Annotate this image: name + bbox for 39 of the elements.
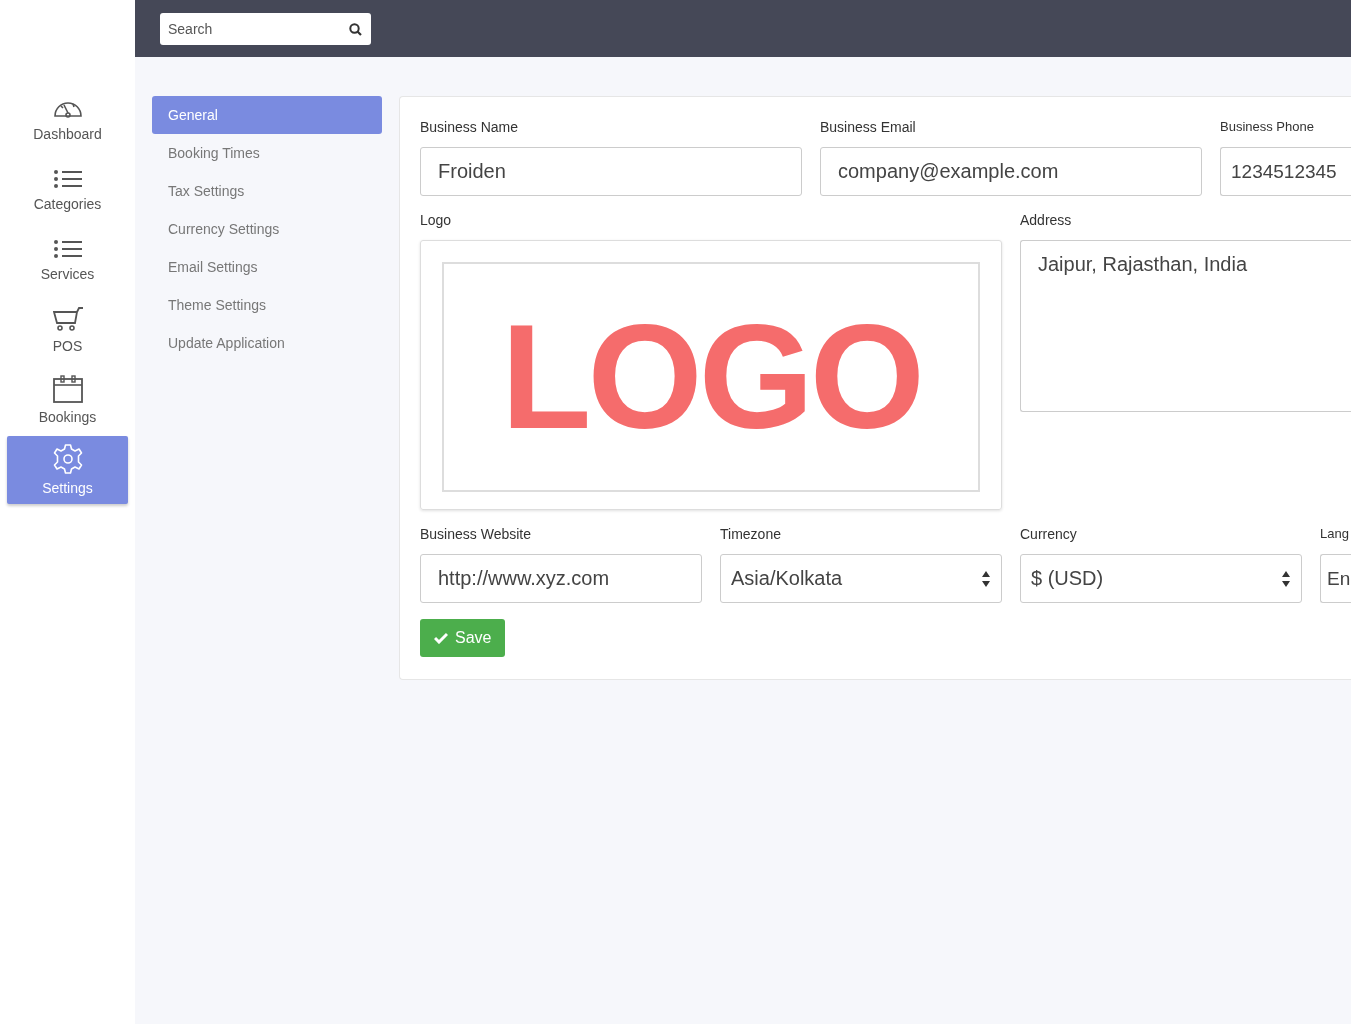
- nav-item[interactable]: Dashboard: [7, 86, 128, 154]
- field-label: Business Name: [420, 118, 520, 137]
- check-icon: [434, 632, 448, 644]
- settings-menu-item[interactable]: Update Application: [152, 324, 382, 362]
- field-label: Business Phone: [1220, 118, 1315, 136]
- settings-menu-item[interactable]: Email Settings: [152, 248, 382, 286]
- nav-item[interactable]: POS: [7, 296, 128, 364]
- settings-menu-item[interactable]: Tax Settings: [152, 172, 382, 210]
- address-textarea[interactable]: Jaipur, Rajasthan, India: [1020, 240, 1351, 412]
- list-icon: [52, 238, 83, 260]
- logo-text: LOGO: [442, 262, 980, 492]
- cart-icon: [52, 306, 83, 332]
- field-label: Currency: [1020, 525, 1078, 544]
- search-icon: [349, 22, 362, 36]
- select-field[interactable]: $ (USD): [1020, 554, 1302, 603]
- field-label: Business Website: [420, 525, 532, 544]
- settings-menu-item[interactable]: Booking Times: [152, 134, 382, 172]
- text-input[interactable]: http://www.xyz.com: [420, 554, 702, 603]
- settings-menu-item[interactable]: Currency Settings: [152, 210, 382, 248]
- select-field[interactable]: Asia/Kolkata: [720, 554, 1002, 603]
- text-input[interactable]: Froiden: [420, 147, 802, 196]
- text-input[interactable]: En: [1320, 554, 1351, 603]
- text-input[interactable]: 1234512345: [1220, 147, 1351, 196]
- caret-icon: [1281, 569, 1291, 588]
- nav-item[interactable]: Services: [7, 226, 128, 294]
- search-field[interactable]: Search: [160, 12, 371, 45]
- calendar-icon: [52, 375, 83, 403]
- field-label: Business Email: [820, 118, 917, 137]
- list-icon: [52, 168, 83, 190]
- caret-icon: [981, 569, 991, 588]
- text-input[interactable]: company@example.com: [820, 147, 1202, 196]
- field-label: Logo: [420, 211, 453, 230]
- gear-icon: [52, 444, 83, 474]
- field-label: Lang: [1320, 525, 1350, 543]
- field-label: Timezone: [720, 525, 782, 544]
- nav-item[interactable]: Bookings: [7, 366, 128, 434]
- field-label: Address: [1020, 211, 1073, 230]
- nav-item[interactable]: Categories: [7, 156, 128, 224]
- settings-menu-item[interactable]: Theme Settings: [152, 286, 382, 324]
